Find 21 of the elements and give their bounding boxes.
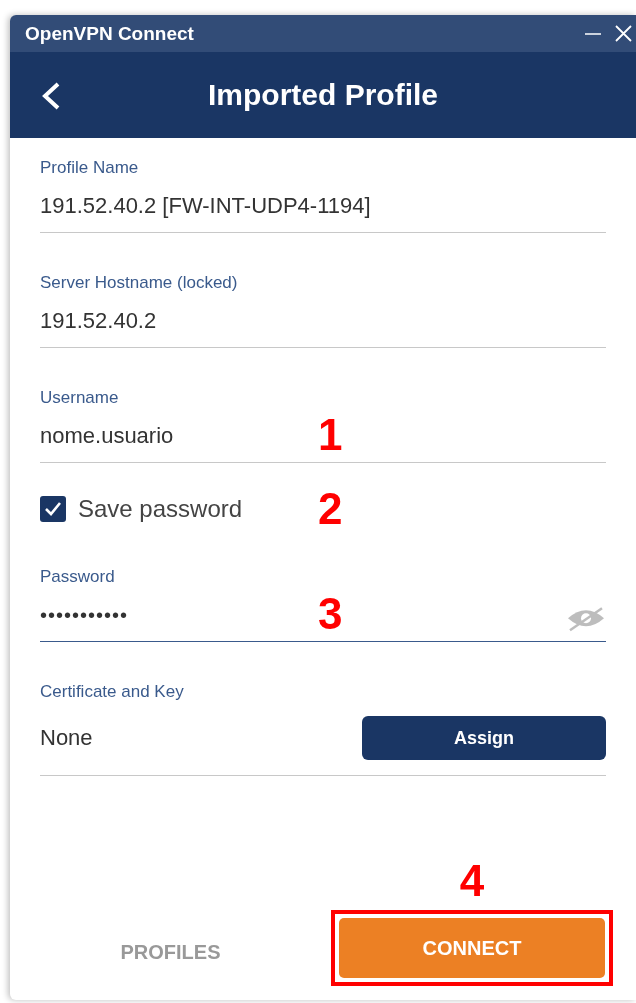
field-label: Profile Name (40, 158, 139, 178)
input-field[interactable]: 191.52.40.2 [FW-INT-UDP4-1194] (40, 178, 606, 233)
annotation-number: 4 (459, 858, 485, 904)
annotation-number: 2 (318, 486, 343, 532)
input-field[interactable]: nome.usuario 1 (40, 408, 606, 463)
field-label: Username (40, 388, 119, 408)
password-field[interactable]: ••••••••••• 3 (40, 587, 606, 642)
field-label: Server Hostname (locked) (40, 273, 238, 293)
field-value: None (40, 724, 93, 752)
checkbox-label: Save password (78, 495, 243, 523)
back-button[interactable] (40, 82, 62, 110)
checkbox[interactable] (40, 496, 66, 522)
annotation-number: 3 (318, 591, 343, 637)
page-title: Imported Profile (208, 78, 438, 112)
field-label: Certificate and Key (40, 682, 184, 702)
close-icon[interactable] (615, 25, 632, 42)
field-label: Password (40, 567, 115, 587)
assign-button[interactable]: Assign (362, 716, 606, 760)
window-title: OpenVPN Connect (25, 22, 195, 45)
annotation-number: 1 (318, 412, 343, 458)
input-field[interactable]: 191.52.40.2 (40, 293, 606, 348)
